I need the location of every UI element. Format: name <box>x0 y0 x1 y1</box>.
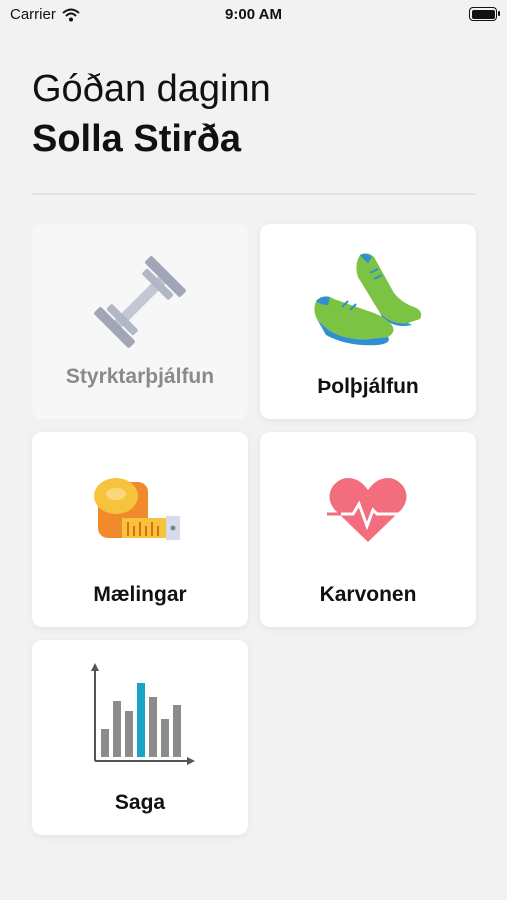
running-shoes-icon <box>260 242 476 362</box>
header-divider <box>32 193 476 195</box>
tile-measurements[interactable]: Mælingar <box>32 432 248 627</box>
tile-label: Karvonen <box>319 583 417 606</box>
measuring-tape-icon <box>32 450 248 570</box>
tile-label: Saga <box>114 791 166 814</box>
tile-history[interactable]: Saga <box>32 640 248 835</box>
dumbbell-icon <box>32 242 248 362</box>
status-time: 9:00 AM <box>225 6 282 23</box>
tile-strength-training[interactable]: Styrktarþjálfun <box>32 224 248 419</box>
bar-chart-icon <box>32 658 248 778</box>
tile-label: Styrktarþjálfun <box>65 365 215 388</box>
tile-endurance-training[interactable]: Þolþjálfun <box>260 224 476 419</box>
heart-pulse-icon <box>260 450 476 570</box>
user-name: Solla Stirða <box>32 118 242 160</box>
status-bar: Carrier 9:00 AM <box>0 0 507 28</box>
tile-label: Þolþjálfun <box>317 375 419 398</box>
greeting-text: Góðan daginn <box>32 68 271 110</box>
battery-icon <box>469 7 500 21</box>
tile-karvonen[interactable]: Karvonen <box>260 432 476 627</box>
tile-label: Mælingar <box>93 583 187 606</box>
